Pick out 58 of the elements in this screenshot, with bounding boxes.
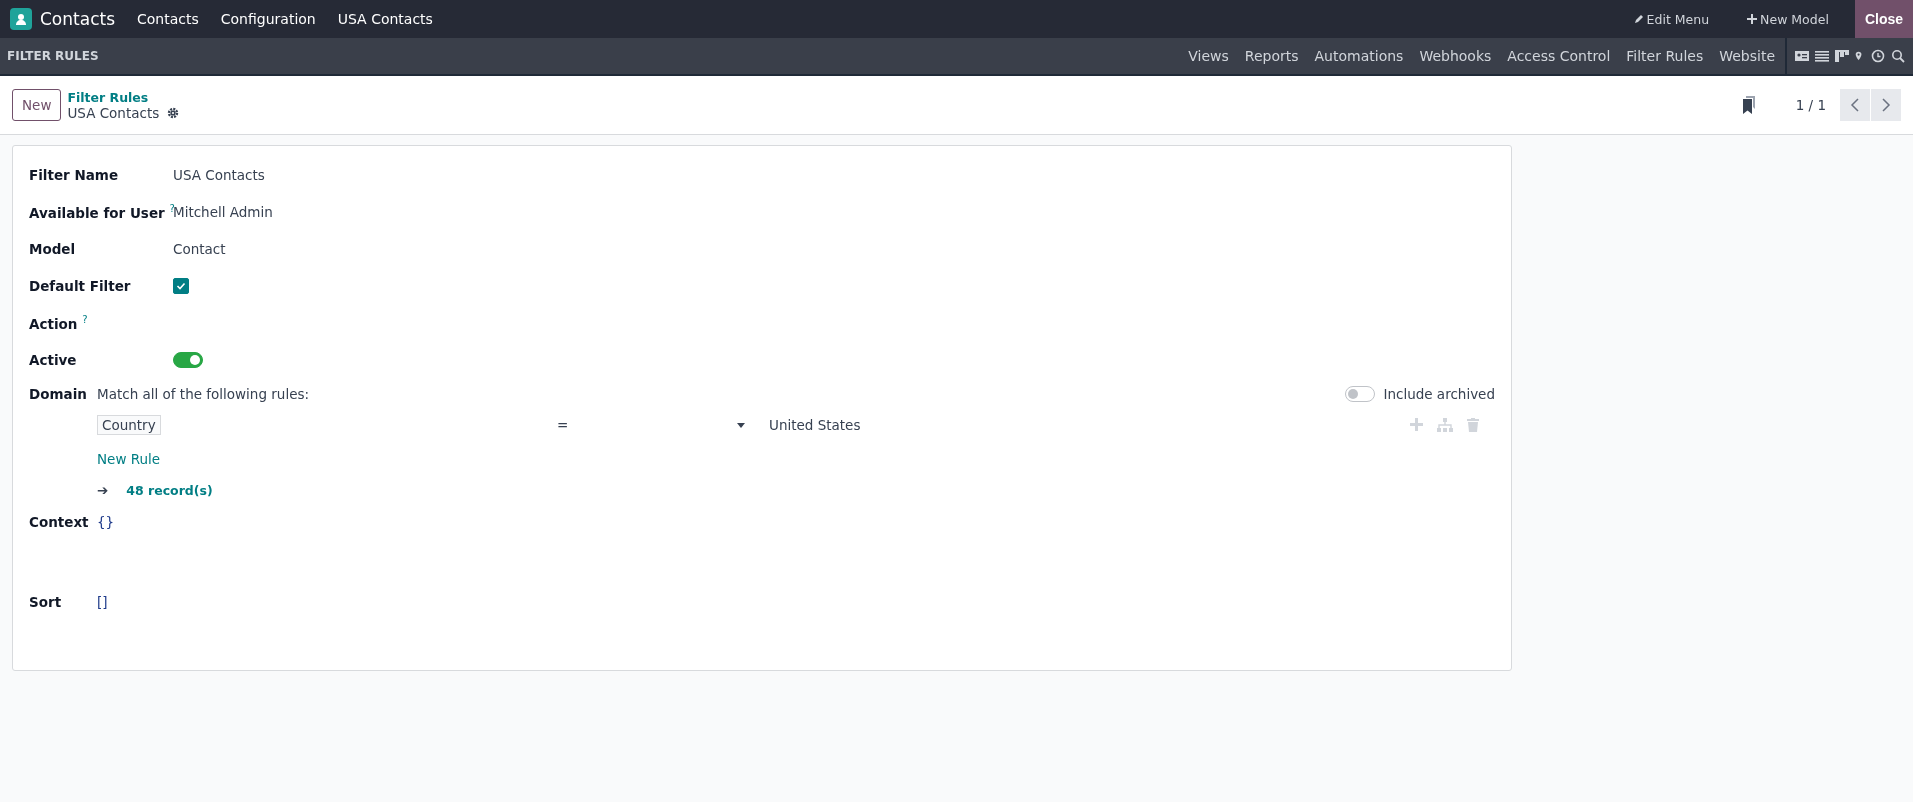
studio-tab[interactable]: Filter Rules: [1626, 48, 1704, 64]
arrow-icon: ➔: [97, 482, 109, 498]
field-label: Available for User $^{?}$: [29, 202, 173, 221]
domain-description: Match all of the following rules:: [97, 386, 310, 402]
studio-tab[interactable]: Webhooks: [1419, 48, 1492, 64]
checkbox[interactable]: [173, 277, 189, 294]
check-icon: [176, 280, 186, 291]
studio-title: FILTER RULES: [7, 49, 99, 63]
records-link[interactable]: 48 record(s): [126, 482, 213, 498]
new-model-link[interactable]: New Model: [1760, 11, 1829, 27]
field-label: Context: [29, 514, 90, 530]
studio-tab[interactable]: Access Control: [1507, 48, 1611, 64]
rule-value[interactable]: United States: [769, 417, 1410, 433]
field-label: Default Filter: [29, 277, 132, 294]
code-value[interactable]: {}: [97, 514, 115, 530]
studio-tab[interactable]: Reports: [1244, 48, 1299, 64]
field-value[interactable]: Mitchell Admin: [173, 203, 273, 220]
studio-tab[interactable]: Automations: [1314, 48, 1404, 64]
menu-item[interactable]: Configuration: [220, 11, 316, 27]
chevron-right-icon: [1881, 98, 1891, 112]
toggle-label: Include archived: [1383, 386, 1495, 402]
field-selector[interactable]: Country: [97, 415, 161, 435]
field-label: Model: [29, 240, 77, 257]
pencil-icon: [1633, 14, 1644, 24]
bookmark-icon[interactable]: [1741, 96, 1756, 114]
code-value[interactable]: []: [97, 594, 108, 610]
record-title: USA Contacts: [67, 104, 160, 121]
breadcrumb-link[interactable]: Filter Rules: [67, 89, 180, 105]
toggle-switch[interactable]: [173, 351, 203, 368]
close-button[interactable]: Close: [1854, 0, 1913, 38]
new-rule-link[interactable]: New Rule: [97, 451, 161, 467]
field-value[interactable]: USA Contacts: [173, 166, 265, 183]
operator-value[interactable]: =: [557, 417, 737, 433]
chevron-left-icon: [1850, 98, 1860, 112]
menu-item[interactable]: USA Contacts: [337, 11, 433, 27]
plus-icon: [1747, 14, 1758, 24]
edit-menu-link[interactable]: Edit Menu: [1646, 11, 1710, 27]
gear-icon[interactable]: [167, 106, 180, 119]
field-label: Domain: [29, 386, 88, 402]
field-label: Filter Name: [29, 166, 120, 183]
field-label: Active: [29, 351, 78, 368]
search-icon[interactable]: [1891, 49, 1905, 63]
field-label: Action $^{?}$: [29, 313, 89, 332]
new-button[interactable]: New: [12, 89, 62, 121]
field-value[interactable]: Contact: [173, 240, 226, 257]
app-name[interactable]: Contacts: [40, 9, 115, 29]
menu-item[interactable]: Contacts: [137, 11, 199, 27]
pager-value[interactable]: 1 / 1: [1795, 97, 1826, 113]
contact-card-icon[interactable]: [1795, 49, 1809, 63]
studio-tab[interactable]: Website: [1719, 48, 1775, 64]
studio-tab[interactable]: Views: [1188, 48, 1229, 64]
contacts-app-icon[interactable]: [10, 8, 32, 30]
caret-icon[interactable]: [737, 422, 745, 428]
list-icon[interactable]: [1815, 49, 1829, 63]
toggle-switch[interactable]: [1345, 386, 1376, 402]
field-label: Sort: [29, 594, 63, 610]
kanban-icon[interactable]: [1835, 49, 1849, 63]
clock-icon[interactable]: [1871, 49, 1885, 63]
